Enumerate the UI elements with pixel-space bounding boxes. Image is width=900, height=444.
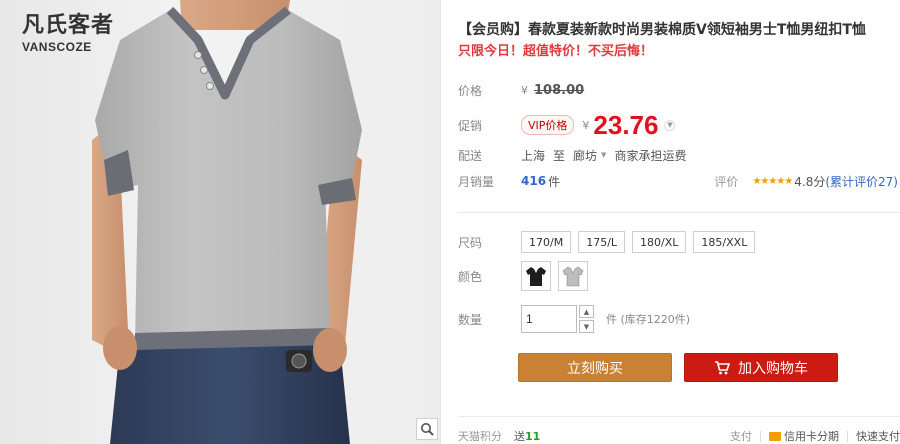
divider (847, 430, 848, 442)
currency-symbol: ¥ (582, 118, 590, 132)
divider (458, 212, 900, 213)
add-to-cart-label: 加入购物车 (738, 360, 808, 377)
stock-info: 件 (库存1220件) (606, 311, 690, 327)
black-tshirt-thumbnail (526, 267, 546, 286)
delivery-label: 配送 (458, 148, 483, 163)
brand-logo: 凡氏客者 VANSCOZE (22, 13, 115, 55)
add-to-cart-button[interactable]: 加入购物车 (684, 353, 838, 382)
credit-card-icon (769, 431, 781, 441)
grey-tshirt-thumbnail (562, 266, 584, 287)
quantity-unit: 件 (606, 313, 617, 326)
color-row: 颜色 (458, 260, 900, 292)
star-rating-icon: ★★★★★ (752, 175, 793, 187)
delivery-row: 配送 上海 至 廊坊 ▼ 商家承担运费 (458, 145, 900, 165)
color-label: 颜色 (458, 269, 483, 284)
ship-to-select[interactable]: 廊坊 (573, 147, 597, 164)
chevron-down-icon: ▼ (667, 121, 673, 129)
monthly-sales-unit: 件 (548, 174, 561, 189)
reviews-link[interactable]: (累计评价27) (825, 173, 898, 190)
promotion-label: 促销 (458, 118, 483, 133)
payment-label: 支付 (730, 430, 752, 443)
original-price: 108.00 (534, 82, 585, 98)
monthly-sales-count: 416 (521, 174, 547, 188)
price-label: 价格 (458, 83, 483, 98)
divider (760, 430, 761, 442)
price-row: 价格 ¥ 108.00 (458, 80, 900, 100)
promotion-row: 促销 VIP价格 ¥ 23.76 ▼ (458, 112, 900, 138)
size-option-180-xl[interactable]: 180/XL (632, 231, 687, 253)
color-swatch-black[interactable] (521, 261, 551, 291)
quick-pay-link[interactable]: 快速支付 (856, 428, 900, 444)
vip-price-tag: VIP价格 (521, 115, 575, 135)
quantity-label: 数量 (458, 312, 483, 327)
quantity-stepper: ▲ ▼ (579, 305, 594, 333)
magnifier-icon (421, 423, 434, 436)
divider (458, 416, 900, 417)
brand-name-cn: 凡氏客者 (22, 13, 115, 38)
points-label: 天猫积分 (458, 430, 502, 443)
increase-button[interactable]: ▲ (579, 305, 594, 318)
buy-now-button[interactable]: 立刻购买 (518, 353, 672, 382)
ship-to-word: 至 (553, 148, 566, 163)
product-title: 【会员购】春款夏装新款时尚男装棉质V领短袖男士T恤男纽扣T恤 (458, 22, 866, 38)
rating-score: 4.8分 (794, 174, 826, 189)
size-row: 尺码 170/M 175/L 180/XL 185/XXL (458, 230, 900, 254)
ship-from: 上海 (521, 148, 546, 163)
cart-icon (714, 360, 730, 375)
shipping-fee: 商家承担运费 (614, 148, 687, 163)
model-tshirt-illustration (92, 0, 362, 444)
price-detail-toggle[interactable]: ▼ (664, 119, 676, 131)
buy-now-label: 立刻购买 (567, 360, 623, 377)
brand-name-en: VANSCOZE (22, 40, 92, 54)
footer-info: 天猫积分 送 11 支付 信用卡分期 快速支付 (458, 428, 900, 444)
decrease-button[interactable]: ▼ (579, 320, 594, 333)
size-label: 尺码 (458, 235, 483, 250)
chevron-down-icon[interactable]: ▼ (601, 151, 606, 159)
color-swatch-grey[interactable] (558, 261, 588, 291)
zoom-button[interactable] (416, 418, 438, 440)
size-option-170-m[interactable]: 170/M (521, 231, 572, 253)
rating-label: 评价 (714, 174, 739, 189)
size-option-185-xxl[interactable]: 185/XXL (693, 231, 756, 253)
points-value: 11 (525, 429, 541, 443)
monthly-sales-label: 月销量 (458, 174, 495, 189)
product-details: 【会员购】春款夏装新款时尚男装棉质V领短袖男士T恤男纽扣T恤 只限今日！超值特价… (458, 0, 900, 444)
sales-row: 月销量 416 件 评价 ★★★★★ 4.8分 (累计评价27) (458, 171, 900, 191)
size-option-175-l[interactable]: 175/L (578, 231, 626, 253)
points-prefix: 送 (514, 430, 525, 443)
quantity-input[interactable] (521, 305, 577, 333)
promo-price: 23.76 (593, 110, 659, 140)
rating-summary: 评价 ★★★★★ 4.8分 (累计评价27) (714, 173, 898, 190)
promo-text: 只限今日！超值特价！不买后悔！ (458, 44, 654, 59)
product-photo[interactable]: 凡氏客者 VANSCOZE (0, 0, 441, 444)
installment-link[interactable]: 信用卡分期 (784, 428, 839, 444)
stock-count: (库存1220件) (620, 313, 691, 326)
quantity-row: 数量 ▲ ▼ 件 (库存1220件) (458, 304, 900, 334)
currency-symbol: ¥ (521, 83, 528, 97)
